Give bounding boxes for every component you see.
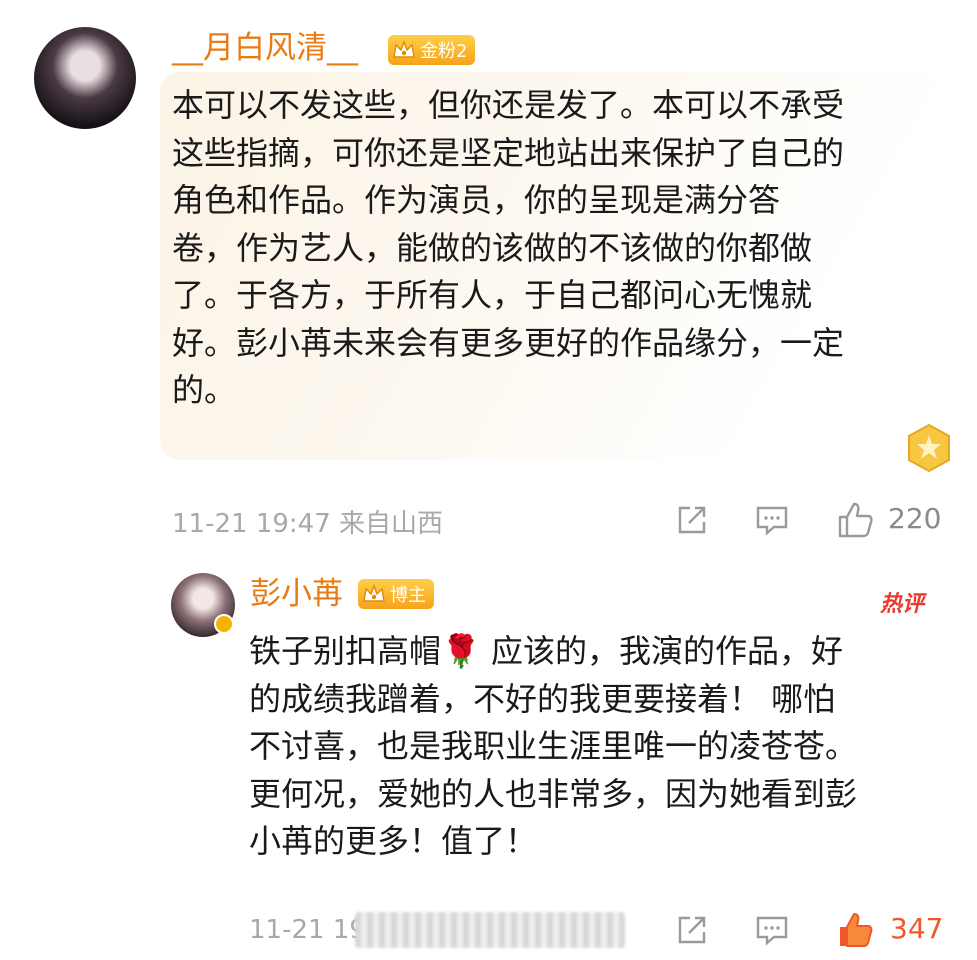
- like-icon: [838, 502, 873, 538]
- reply-comment-button[interactable]: [752, 910, 792, 950]
- share-icon: [678, 916, 706, 944]
- comment-text-line: 这些指摘，可你还是坚定地站出来保护了自己的: [172, 133, 845, 172]
- commenter-avatar[interactable]: [34, 27, 136, 129]
- fan-level-badge[interactable]: 金粉2: [388, 35, 476, 65]
- comment-text-line: 角色和作品。作为演员，你的呈现是满分答: [172, 181, 781, 219]
- reply-text-line: 小苒的更多！值了！: [249, 822, 538, 860]
- reply-like-button[interactable]: [832, 908, 878, 952]
- hot-comment-label: 热评: [880, 592, 925, 617]
- reply-text-line: 不讨喜，也是我职业生涯里唯一的凌苍苍。: [249, 727, 858, 765]
- reply-text-line: 的成绩我蹭着，不好的我更要接着！ 哪怕: [249, 679, 836, 718]
- comment-text-line: 本可以不发这些，但你还是发了。本可以不承受: [172, 86, 845, 124]
- reply-like-count: 347: [890, 912, 944, 945]
- reply-share-button[interactable]: [672, 910, 712, 950]
- crown-icon: [393, 40, 415, 58]
- comment-icon: [756, 916, 788, 946]
- comment-icon: [756, 506, 788, 536]
- comment-text-line: 了。于各方，于所有人，于自己都问心无愧就: [172, 276, 813, 314]
- blogger-badge-label: 博主: [390, 585, 426, 606]
- commenter-username[interactable]: __月白风清__: [172, 28, 358, 68]
- share-icon: [678, 506, 706, 534]
- share-button[interactable]: [672, 500, 712, 540]
- reply-text-line: 更何况，爱她的人也非常多，因为她看到彭: [249, 774, 858, 813]
- blogger-badge[interactable]: 博主: [358, 579, 434, 609]
- comment-text: 本可以不发这些，但你还是发了。本可以不承受 这些指摘，可你还是坚定地站出来保护了…: [172, 82, 942, 415]
- like-button[interactable]: [832, 498, 878, 542]
- reply-timestamp: 11-21 19: [249, 915, 366, 945]
- like-count: 220: [888, 502, 942, 535]
- comment-text-line: 卷，作为艺人，能做的该做的不该做的你都做: [172, 228, 813, 267]
- verified-badge-icon: [214, 614, 234, 634]
- medal-icon: [908, 423, 950, 473]
- redacted-location: [355, 912, 625, 948]
- reply-button[interactable]: [752, 500, 792, 540]
- comment-timestamp-location: 11-21 19:47 来自山西: [172, 509, 444, 539]
- liked-icon: [840, 913, 873, 947]
- reply-text-line: 铁子别扣高帽🌹 应该的，我演的作品，好: [249, 632, 844, 670]
- reply-text: 铁子别扣高帽🌹 应该的，我演的作品，好 的成绩我蹭着，不好的我更要接着！ 哪怕 …: [249, 628, 949, 866]
- comment-text-line: 的。: [172, 371, 237, 409]
- crown-icon: [363, 584, 385, 602]
- comment-text-line: 好。彭小苒未来会有更多更好的作品缘分，一定: [172, 323, 845, 362]
- fan-badge-label: 金粉2: [420, 41, 468, 62]
- reply-username[interactable]: 彭小苒: [250, 574, 343, 614]
